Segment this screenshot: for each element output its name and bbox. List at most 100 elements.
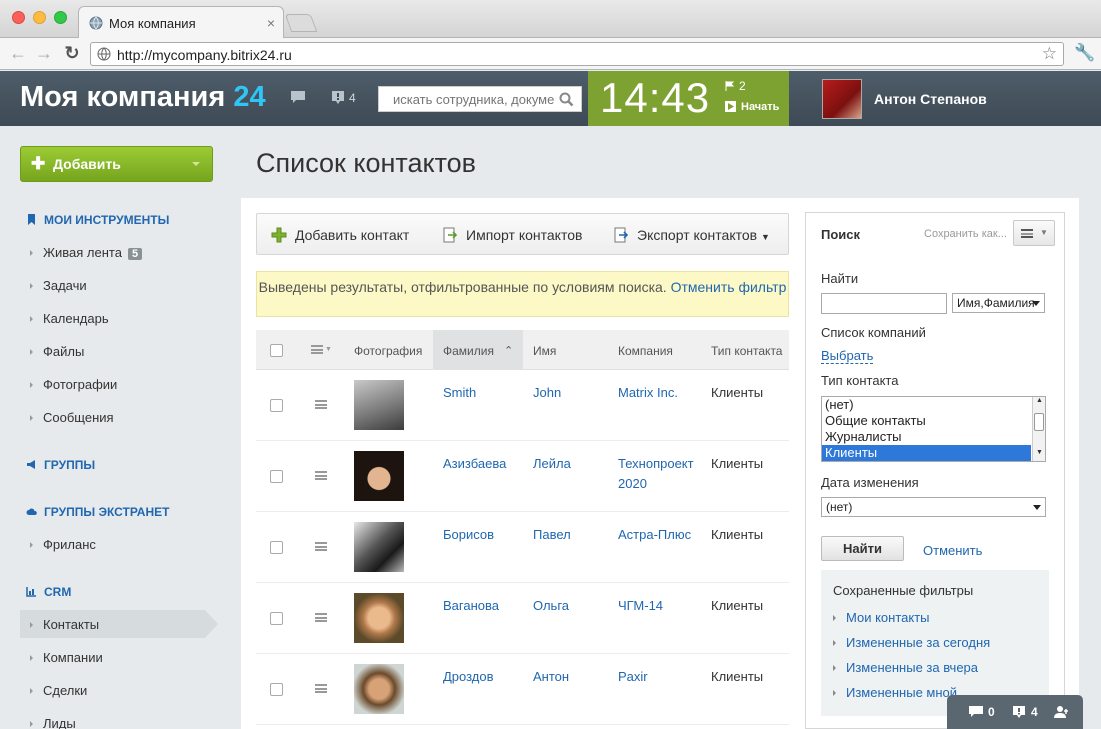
contact-first-name[interactable]: Лейла	[533, 454, 571, 474]
row-checkbox[interactable]	[270, 612, 283, 625]
contact-last-name[interactable]: Ваганова	[443, 596, 499, 616]
menu-icon[interactable]	[315, 613, 327, 622]
window-close-button[interactable]	[12, 11, 25, 24]
sidebar-item-photos[interactable]: Фотографии	[30, 377, 117, 392]
column-first-name[interactable]: Имя	[533, 344, 556, 358]
sidebar-item-tasks[interactable]: Задачи	[30, 278, 87, 293]
contact-first-name[interactable]: Антон	[533, 667, 569, 687]
portal-logo[interactable]: Моя компания 24	[20, 81, 266, 114]
chat-icon[interactable]	[290, 90, 306, 104]
table-row[interactable]: Smith John Matrix Inc. Клиенты	[256, 370, 789, 441]
contact-company[interactable]: Paxir	[618, 667, 648, 687]
row-checkbox[interactable]	[270, 399, 283, 412]
section-groups[interactable]: ГРУППЫ	[26, 458, 95, 472]
listbox-option[interactable]: Журналисты	[822, 429, 1045, 445]
sidebar-item-contacts[interactable]: Контакты	[30, 617, 99, 632]
reload-icon[interactable]: ↻	[62, 43, 82, 63]
save-as-link[interactable]: Сохранить как...	[924, 228, 1007, 240]
contact-last-name[interactable]: Дроздов	[443, 667, 494, 687]
row-checkbox[interactable]	[270, 470, 283, 483]
saved-filter-item[interactable]: Измененные за сегодня	[833, 635, 990, 650]
contact-company[interactable]: Matrix Inc.	[618, 383, 678, 403]
bookmark-star-icon[interactable]: ☆	[1042, 44, 1057, 64]
window-minimize-button[interactable]	[33, 11, 46, 24]
table-row[interactable]: Дроздов Антон Paxir Клиенты	[256, 654, 789, 725]
user-avatar[interactable]	[822, 79, 862, 119]
sidebar-item-calendar[interactable]: Календарь	[30, 311, 109, 326]
listbox-option[interactable]: (нет)	[822, 397, 1045, 413]
chat-icon[interactable]	[969, 706, 983, 718]
section-my-tools[interactable]: МОИ ИНСТРУМЕНТЫ	[26, 213, 169, 227]
window-maximize-button[interactable]	[54, 11, 67, 24]
forward-icon[interactable]: →	[34, 43, 54, 63]
search-input[interactable]	[385, 90, 555, 108]
tab-close-icon[interactable]: ×	[267, 15, 275, 31]
play-icon[interactable]	[725, 101, 736, 112]
column-photo[interactable]: Фотография	[354, 344, 422, 358]
sidebar-item-deals[interactable]: Сделки	[30, 683, 87, 698]
section-crm[interactable]: CRM	[26, 585, 71, 599]
add-contact-button[interactable]: Добавить контакт	[271, 227, 409, 243]
saved-filter-item[interactable]: Мои контакты	[833, 610, 930, 625]
add-button[interactable]: ✚ Добавить	[20, 146, 213, 182]
address-bar[interactable]: http://mycompany.bitrix24.ru ☆	[90, 42, 1064, 66]
row-checkbox[interactable]	[270, 683, 283, 696]
find-button[interactable]: Найти	[821, 536, 904, 561]
table-row[interactable]: Борисов Павел Астра-Плюс Клиенты	[256, 512, 789, 583]
menu-icon[interactable]	[315, 400, 327, 409]
select-all-checkbox[interactable]	[270, 344, 283, 357]
search-icon[interactable]	[559, 92, 574, 107]
listbox-scrollbar[interactable]: ▲ ▼	[1032, 397, 1045, 461]
sidebar-item-leads[interactable]: Лиды	[30, 716, 76, 729]
saved-filter-item[interactable]: Измененные мной	[833, 685, 957, 700]
menu-icon[interactable]	[311, 345, 323, 354]
listbox-option-selected[interactable]: Клиенты	[822, 445, 1031, 461]
start-day-button[interactable]: Начать	[741, 101, 779, 113]
date-select[interactable]: (нет)	[821, 497, 1046, 517]
users-icon[interactable]	[1054, 706, 1070, 718]
section-extranet[interactable]: ГРУППЫ ЭКСТРАНЕТ	[26, 505, 169, 519]
contact-type-listbox[interactable]: (нет) Общие контакты Журналисты Клиенты …	[821, 396, 1046, 462]
cancel-search-link[interactable]: Отменить	[923, 543, 982, 558]
contact-company[interactable]: Технопроект 2020	[618, 454, 694, 494]
sidebar-item-files[interactable]: Файлы	[30, 344, 84, 359]
notification-icon[interactable]	[331, 90, 345, 104]
column-contact-type[interactable]: Тип контакта	[711, 344, 782, 358]
contact-last-name[interactable]: Азизбаева	[443, 454, 506, 474]
table-row[interactable]: Ваганова Ольга ЧГМ-14 Клиенты	[256, 583, 789, 654]
sidebar-item-feed[interactable]: Живая лента 5	[30, 245, 143, 260]
find-input[interactable]	[821, 293, 947, 314]
contact-first-name[interactable]: John	[533, 383, 561, 403]
listbox-option[interactable]: Общие контакты	[822, 413, 1045, 429]
workday-timer[interactable]: 14:43 2 Начать	[588, 71, 789, 126]
filter-menu-button[interactable]: ▼	[1013, 220, 1055, 246]
scroll-up-icon[interactable]: ▲	[1036, 397, 1043, 404]
import-contacts-button[interactable]: Импорт контактов	[442, 227, 582, 243]
contact-last-name[interactable]: Борисов	[443, 525, 494, 545]
menu-icon[interactable]	[315, 684, 327, 693]
new-tab-button[interactable]	[284, 14, 318, 32]
menu-icon[interactable]	[315, 471, 327, 480]
sidebar-item-companies[interactable]: Компании	[30, 650, 103, 665]
contact-first-name[interactable]: Ольга	[533, 596, 569, 616]
notification-icon[interactable]	[1012, 706, 1026, 718]
contact-photo[interactable]	[354, 380, 404, 430]
contact-company[interactable]: Астра-Плюс	[618, 525, 691, 545]
user-name[interactable]: Антон Степанов	[874, 91, 987, 107]
scroll-down-icon[interactable]: ▼	[1036, 449, 1043, 456]
sidebar-item-freelance[interactable]: Фриланс	[30, 537, 96, 552]
saved-filter-item[interactable]: Измененные за вчера	[833, 660, 978, 675]
table-row[interactable]: Азизбаева Лейла Технопроект 2020 Клиенты	[256, 441, 789, 512]
wrench-icon[interactable]: 🔧	[1074, 43, 1095, 63]
name-field-select[interactable]: Имя,Фамилия	[952, 293, 1045, 313]
contact-photo[interactable]	[354, 593, 404, 643]
row-checkbox[interactable]	[270, 541, 283, 554]
contact-photo[interactable]	[354, 522, 404, 572]
cancel-filter-link[interactable]: Отменить фильтр	[671, 279, 787, 295]
contact-last-name[interactable]: Smith	[443, 383, 476, 403]
contact-company[interactable]: ЧГМ-14	[618, 596, 663, 616]
scroll-thumb[interactable]	[1034, 413, 1044, 431]
sidebar-item-messages[interactable]: Сообщения	[30, 410, 114, 425]
export-contacts-button[interactable]: Экспорт контактов ▼	[613, 227, 770, 243]
column-last-name[interactable]: Фамилия	[443, 344, 494, 358]
